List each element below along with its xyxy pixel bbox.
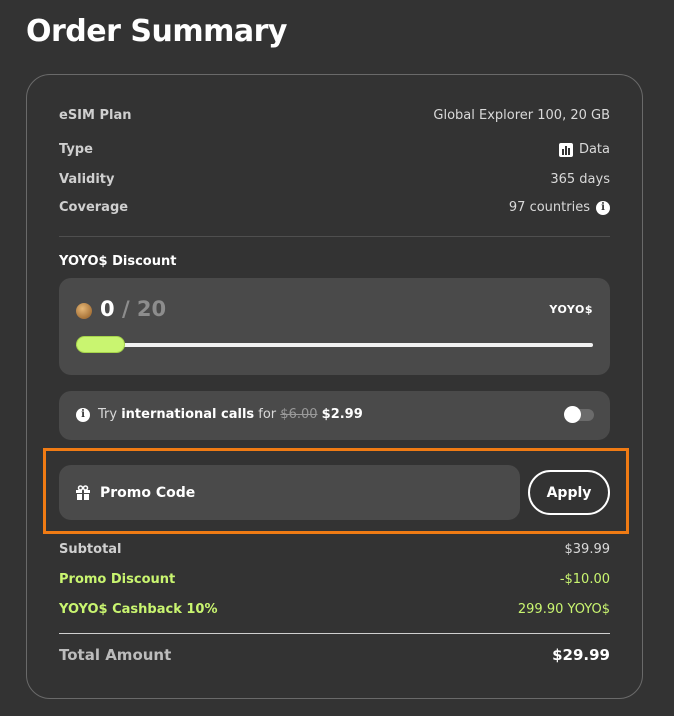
yoyo-discount-label: YOYO$ Discount	[59, 254, 177, 269]
promo-discount-row: Promo Discount -$10.00	[59, 572, 610, 587]
calls-middle: for	[258, 407, 277, 422]
esim-plan-label: eSIM Plan	[59, 108, 132, 123]
yoyo-slider-track[interactable]	[76, 343, 593, 347]
info-icon[interactable]: i	[596, 200, 610, 215]
gift-icon	[76, 484, 90, 500]
type-row: Type Data	[59, 142, 610, 157]
subtotal-value: $39.99	[564, 542, 611, 557]
coverage-value: 97 countries	[508, 200, 590, 215]
yoyo-discount-panel: 0 / 20 YOYO$	[59, 278, 610, 375]
promo-discount-label: Promo Discount	[59, 572, 176, 587]
total-divider	[59, 633, 610, 634]
yoyo-unit: YOYO$	[549, 303, 593, 316]
apply-button[interactable]: Apply	[528, 470, 610, 515]
total-row: Total Amount $29.99	[59, 646, 610, 664]
subtotal-row: Subtotal $39.99	[59, 542, 610, 557]
esim-plan-value: Global Explorer 100, 20 GB	[433, 108, 610, 123]
promo-discount-value: -$10.00	[559, 572, 610, 587]
bar-chart-icon	[558, 142, 573, 157]
calls-new-price: $2.99	[321, 407, 363, 422]
coin-icon	[76, 303, 92, 319]
coverage-row: Coverage 97 countries i	[59, 200, 610, 215]
page-title: Order Summary	[26, 14, 287, 49]
yoyo-count: 0 / 20	[100, 297, 166, 321]
yoyo-slider-handle[interactable]	[76, 336, 125, 353]
validity-value: 365 days	[550, 172, 610, 187]
calls-prefix: Try	[98, 407, 118, 422]
cashback-row: YOYO$ Cashback 10% 299.90 YOYO$	[59, 602, 610, 617]
toggle-knob	[564, 406, 581, 423]
validity-row: Validity 365 days	[59, 172, 610, 187]
esim-plan-row: eSIM Plan Global Explorer 100, 20 GB	[59, 108, 610, 123]
international-calls-toggle[interactable]	[564, 406, 594, 423]
calls-old-price: $6.00	[280, 407, 318, 422]
order-summary-card: eSIM Plan Global Explorer 100, 20 GB Typ…	[26, 74, 643, 699]
promo-code-input[interactable]: Promo Code	[59, 465, 520, 520]
total-label: Total Amount	[59, 646, 172, 664]
promo-code-placeholder: Promo Code	[100, 484, 196, 501]
type-value: Data	[578, 142, 610, 157]
divider	[59, 236, 610, 237]
yoyo-separator: /	[121, 297, 130, 321]
cashback-value: 299.90 YOYO$	[517, 602, 610, 617]
yoyo-current: 0	[100, 297, 115, 321]
cashback-label: YOYO$ Cashback 10%	[59, 602, 218, 617]
validity-label: Validity	[59, 172, 115, 187]
total-value: $29.99	[552, 646, 610, 664]
international-calls-offer: i Try international calls for $6.00 $2.9…	[59, 391, 610, 440]
calls-highlight: international calls	[121, 407, 255, 422]
type-label: Type	[59, 142, 93, 157]
coverage-label: Coverage	[59, 200, 129, 215]
info-icon: i	[76, 407, 90, 422]
subtotal-label: Subtotal	[59, 542, 122, 557]
yoyo-max: 20	[136, 297, 167, 321]
